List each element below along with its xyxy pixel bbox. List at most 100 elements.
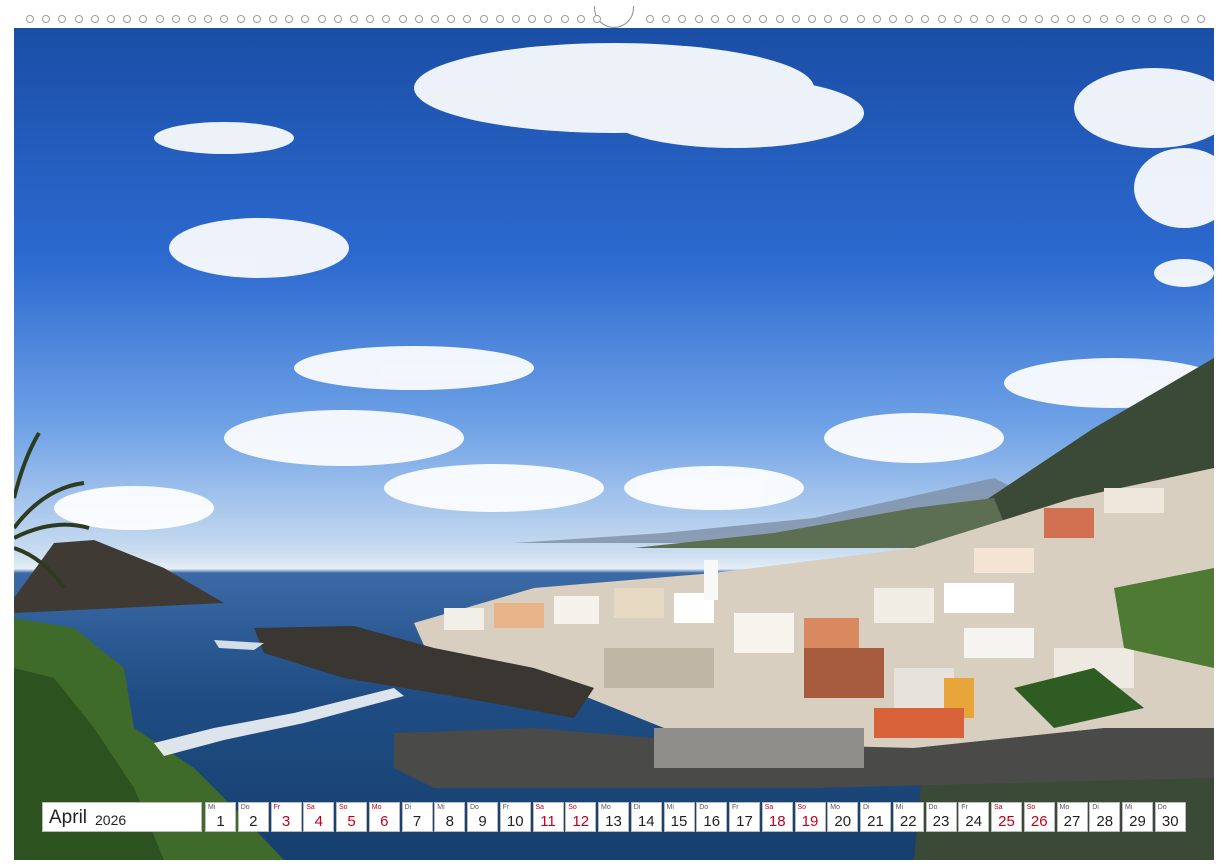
- weekday-abbrev: Fr: [961, 804, 968, 811]
- binding-hole: [512, 15, 520, 23]
- binding-hole: [1018, 15, 1027, 23]
- day-number: 19: [801, 813, 819, 830]
- day-number: 22: [899, 813, 917, 830]
- binding-hole: [646, 15, 654, 23]
- binding-hole: [1196, 15, 1205, 23]
- day-number: 25: [998, 813, 1015, 830]
- coastal-town-illustration: [14, 43, 1214, 860]
- weekday-abbrev: Di: [1092, 804, 1099, 811]
- binding-hole: [26, 15, 34, 23]
- day-cell: Do 23: [925, 802, 957, 832]
- weekday-abbrev: So: [568, 804, 577, 811]
- binding-hole: [856, 15, 865, 23]
- day-cell: Do 9: [467, 802, 498, 832]
- binding-hole: [889, 15, 897, 23]
- weekday-abbrev: Mi: [1125, 804, 1133, 811]
- day-cell: Mi 15: [663, 802, 695, 832]
- day-number: 6: [380, 813, 389, 830]
- weekday-abbrev: Mo: [371, 804, 382, 811]
- day-number: 23: [932, 813, 950, 830]
- day-cell: Fr 24: [958, 802, 990, 832]
- binding-hole: [872, 15, 881, 23]
- weekday-abbrev: Mi: [437, 804, 445, 811]
- binding-hole: [204, 15, 213, 23]
- binding-hole: [921, 15, 930, 23]
- binding-hole: [743, 15, 752, 23]
- binding-hole: [1099, 15, 1108, 23]
- weekday-abbrev: Do: [470, 804, 479, 811]
- binding-hole: [1115, 15, 1124, 23]
- binding-hole: [986, 15, 995, 23]
- binding-hole: [220, 15, 229, 23]
- binding-hole: [447, 15, 456, 23]
- day-cell: Mi 22: [892, 802, 924, 832]
- binding-hole: [139, 15, 148, 23]
- day-number: 15: [670, 813, 688, 830]
- binding-hole: [824, 15, 833, 23]
- binding-hole: [495, 15, 504, 23]
- day-number: 18: [768, 813, 786, 830]
- binding-hole: [301, 15, 310, 23]
- binding-hole: [662, 15, 671, 23]
- day-cell: Fr 17: [729, 802, 760, 832]
- binding-hole: [479, 15, 488, 23]
- day-number: 20: [834, 813, 852, 830]
- day-number: 3: [281, 813, 291, 830]
- binding-hole: [1083, 15, 1092, 23]
- binding-hole: [593, 15, 601, 23]
- weekday-abbrev: Mi: [666, 804, 674, 811]
- binding-hole: [188, 15, 196, 23]
- binding-hole: [285, 15, 294, 23]
- day-number: 4: [314, 813, 323, 830]
- clouds: [54, 43, 1214, 530]
- day-cell: So 5: [336, 802, 367, 832]
- weekday-abbrev: Fr: [732, 804, 739, 811]
- weekday-abbrev: Do: [699, 804, 709, 811]
- binding-hole: [970, 15, 978, 23]
- weekday-abbrev: Do: [240, 804, 250, 811]
- day-cell: So 12: [565, 802, 597, 832]
- weekday-abbrev: Sa: [535, 804, 545, 811]
- day-cell: Fr 3: [270, 802, 302, 832]
- day-number: 28: [1096, 813, 1114, 830]
- day-number: 27: [1063, 813, 1081, 830]
- binding-hole: [528, 15, 537, 23]
- day-cell: Mo 13: [598, 802, 629, 832]
- weekday-abbrev: Mo: [601, 804, 611, 811]
- weekday-abbrev: Sa: [994, 804, 1003, 811]
- binding-hole: [1051, 15, 1059, 23]
- day-cell: Do 16: [696, 802, 728, 832]
- day-number: 21: [867, 813, 884, 830]
- day-cell: Mi 29: [1122, 802, 1153, 832]
- day-number: 24: [965, 813, 983, 830]
- day-cell: Mi 8: [434, 802, 466, 832]
- day-cell: Mi 1: [205, 802, 236, 832]
- day-number: 17: [736, 813, 753, 830]
- month-name: April: [49, 807, 88, 828]
- binding-hole: [678, 15, 687, 23]
- binding-hole: [937, 15, 946, 23]
- day-number: 8: [445, 813, 454, 830]
- weekday-abbrev: So: [797, 804, 807, 811]
- binding-hole: [333, 15, 342, 23]
- binding-hole: [90, 15, 99, 23]
- binding-hole: [576, 15, 585, 23]
- day-number: 9: [478, 813, 487, 830]
- day-cell: Mo 20: [827, 802, 859, 832]
- binding-hole: [759, 15, 768, 23]
- binding-hole: [171, 15, 180, 23]
- day-cell: Sa 18: [761, 802, 793, 832]
- weekday-abbrev: Di: [863, 804, 870, 811]
- binding-hole: [1002, 15, 1011, 23]
- binding-hole: [1132, 15, 1140, 23]
- weekday-abbrev: Do: [1157, 804, 1167, 811]
- binding-hole: [905, 15, 914, 23]
- day-number: 29: [1129, 813, 1146, 830]
- day-number: 11: [540, 813, 556, 830]
- binding-hole: [252, 15, 261, 23]
- weekday-abbrev: Mo: [1059, 804, 1070, 811]
- weekday-abbrev: Di: [404, 804, 412, 811]
- binding-hole: [431, 15, 439, 23]
- day-cell: Di 21: [860, 802, 891, 832]
- binding-hole: [414, 15, 423, 23]
